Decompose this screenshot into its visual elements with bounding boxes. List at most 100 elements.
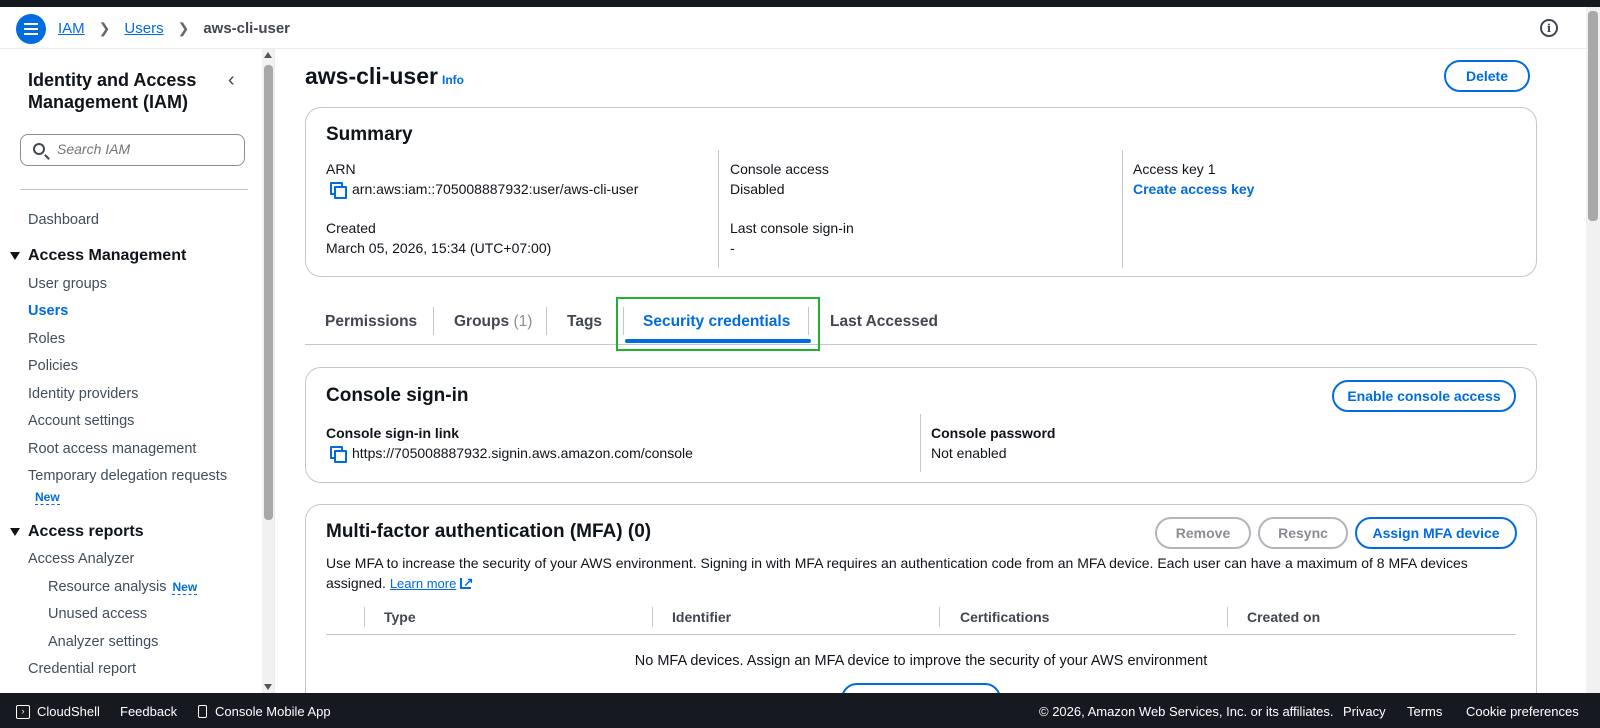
learn-more-link[interactable]: Learn more <box>390 576 456 591</box>
resync-button[interactable]: Resync <box>1258 517 1348 549</box>
arn-value: arn:aws:iam::705008887932:user/aws-cli-u… <box>352 181 639 197</box>
breadcrumb-users-link[interactable]: Users <box>124 20 163 37</box>
feedback-link[interactable]: Feedback <box>120 704 177 719</box>
search-box[interactable] <box>20 134 245 166</box>
scrollbar-thumb[interactable] <box>1588 11 1598 221</box>
column-type[interactable]: Type <box>384 609 416 625</box>
section-access-reports[interactable]: Access reports <box>10 523 144 541</box>
mobile-app-link[interactable]: Console Mobile App <box>198 704 331 719</box>
scroll-down-icon[interactable] <box>264 684 272 690</box>
scrollbar-thumb[interactable] <box>264 65 273 520</box>
sidebar-item-analyzer-settings[interactable]: Analyzer settings <box>48 634 158 650</box>
tab-groups[interactable]: Groups (1) <box>454 313 532 331</box>
footer: › CloudShell Feedback Console Mobile App … <box>0 693 1600 728</box>
mfa-card: Multi-factor authentication (MFA) (0) Re… <box>305 504 1537 693</box>
copyright-text: © 2026, Amazon Web Services, Inc. or its… <box>1039 704 1334 719</box>
mobile-icon <box>198 705 207 718</box>
sidebar-item-unused-access[interactable]: Unused access <box>48 606 147 622</box>
privacy-link[interactable]: Privacy <box>1343 704 1386 719</box>
last-signin-value: - <box>730 240 735 256</box>
sidebar-item-users[interactable]: Users <box>28 303 68 319</box>
new-badge-label: New <box>35 490 60 505</box>
last-signin-label: Last console sign-in <box>730 220 854 236</box>
sidebar: Identity and Access Management (IAM) ‹ D… <box>0 49 275 693</box>
section-heading: Access reports <box>28 523 144 540</box>
top-bar <box>0 0 1600 7</box>
external-link-icon <box>460 572 473 592</box>
sidebar-scrollbar[interactable] <box>262 49 274 693</box>
sidebar-item-dashboard[interactable]: Dashboard <box>28 212 99 228</box>
signin-link-value: https://705008887932.signin.aws.amazon.c… <box>352 445 693 461</box>
column-identifier[interactable]: Identifier <box>672 609 731 625</box>
info-link[interactable]: Info <box>442 73 464 87</box>
summary-title: Summary <box>326 124 413 145</box>
created-label: Created <box>326 220 376 236</box>
sidebar-item-account-settings[interactable]: Account settings <box>28 413 134 429</box>
console-access-value: Disabled <box>730 181 785 197</box>
assign-mfa-device-button-partial[interactable] <box>841 683 1001 693</box>
breadcrumb-bar: IAM ❯ Users ❯ aws-cli-user i <box>0 7 1586 49</box>
sidebar-item-user-groups[interactable]: User groups <box>28 276 107 292</box>
enable-console-access-button[interactable]: Enable console access <box>1332 380 1516 412</box>
main-content: aws-cli-user Info Delete Summary ARN arn… <box>276 49 1586 693</box>
assign-mfa-button[interactable]: Assign MFA device <box>1355 517 1517 549</box>
breadcrumb-current: aws-cli-user <box>203 20 291 37</box>
sidebar-item-resource-analysis[interactable]: Resource analysis New <box>48 579 198 595</box>
column-separator <box>652 607 653 627</box>
sidebar-divider <box>20 189 248 190</box>
mfa-title: Multi-factor authentication (MFA) (0) <box>326 521 652 542</box>
section-heading: Access Management <box>28 247 187 264</box>
terms-link[interactable]: Terms <box>1407 704 1442 719</box>
page-title: aws-cli-user <box>305 63 438 89</box>
tab-last-accessed[interactable]: Last Accessed <box>830 313 938 331</box>
tab-separator <box>546 307 547 335</box>
new-badge: New <box>29 489 60 505</box>
chevron-right-icon: ❯ <box>177 20 190 36</box>
created-value: March 05, 2026, 15:34 (UTC+07:00) <box>326 240 552 256</box>
breadcrumb: IAM ❯ Users ❯ aws-cli-user <box>58 20 290 37</box>
arn-label: ARN <box>326 161 356 177</box>
sidebar-item-temporary-delegation[interactable]: Temporary delegation requests <box>28 468 227 484</box>
cookie-preferences-link[interactable]: Cookie preferences <box>1466 704 1579 719</box>
caret-down-icon <box>10 252 20 260</box>
tab-count: (1) <box>513 313 533 330</box>
column-certifications[interactable]: Certifications <box>960 609 1049 625</box>
mfa-empty-state: No MFA devices. Assign an MFA device to … <box>634 653 1208 669</box>
console-signin-card: Console sign-in Enable console access Co… <box>305 367 1537 483</box>
collapse-sidebar-icon[interactable]: ‹ <box>228 69 235 92</box>
section-access-management[interactable]: Access Management <box>10 247 186 265</box>
access-key-label: Access key 1 <box>1133 161 1216 177</box>
create-access-key-link[interactable]: Create access key <box>1133 181 1254 197</box>
cloudshell-button[interactable]: › CloudShell <box>16 704 100 719</box>
user-tabs: Permissions Groups (1) Tags Security cre… <box>305 297 1537 351</box>
console-access-label: Console access <box>730 161 829 177</box>
mobile-app-label: Console Mobile App <box>215 704 331 719</box>
sidebar-item-identity-providers[interactable]: Identity providers <box>28 386 138 402</box>
main-scrollbar[interactable] <box>1586 7 1600 693</box>
remove-button[interactable]: Remove <box>1155 517 1251 549</box>
menu-toggle-button[interactable] <box>16 14 46 44</box>
sidebar-item-roles[interactable]: Roles <box>28 331 65 347</box>
sidebar-item-root-access[interactable]: Root access management <box>28 441 196 457</box>
sidebar-title: Identity and Access Management (IAM) <box>28 70 197 112</box>
console-signin-title: Console sign-in <box>326 385 469 406</box>
tab-label: Groups <box>454 313 510 330</box>
breadcrumb-iam-link[interactable]: IAM <box>58 20 85 37</box>
tab-permissions[interactable]: Permissions <box>325 313 417 331</box>
copy-icon[interactable] <box>330 182 347 199</box>
copy-icon[interactable] <box>330 446 347 463</box>
column-separator <box>364 607 365 627</box>
column-created-on[interactable]: Created on <box>1247 609 1320 625</box>
summary-card: Summary ARN arn:aws:iam::705008887932:us… <box>305 107 1537 277</box>
new-badge: New <box>172 580 198 595</box>
sidebar-item-credential-report[interactable]: Credential report <box>28 661 136 677</box>
column-separator <box>939 607 940 627</box>
sidebar-item-access-analyzer[interactable]: Access Analyzer <box>28 551 134 567</box>
info-icon[interactable]: i <box>1540 19 1558 37</box>
sidebar-item-policies[interactable]: Policies <box>28 358 78 374</box>
mfa-description-text: Use MFA to increase the security of your… <box>326 555 1468 591</box>
scroll-up-icon[interactable] <box>264 52 272 58</box>
tab-tags[interactable]: Tags <box>567 313 602 331</box>
delete-button[interactable]: Delete <box>1444 60 1530 92</box>
search-input[interactable] <box>57 141 237 157</box>
